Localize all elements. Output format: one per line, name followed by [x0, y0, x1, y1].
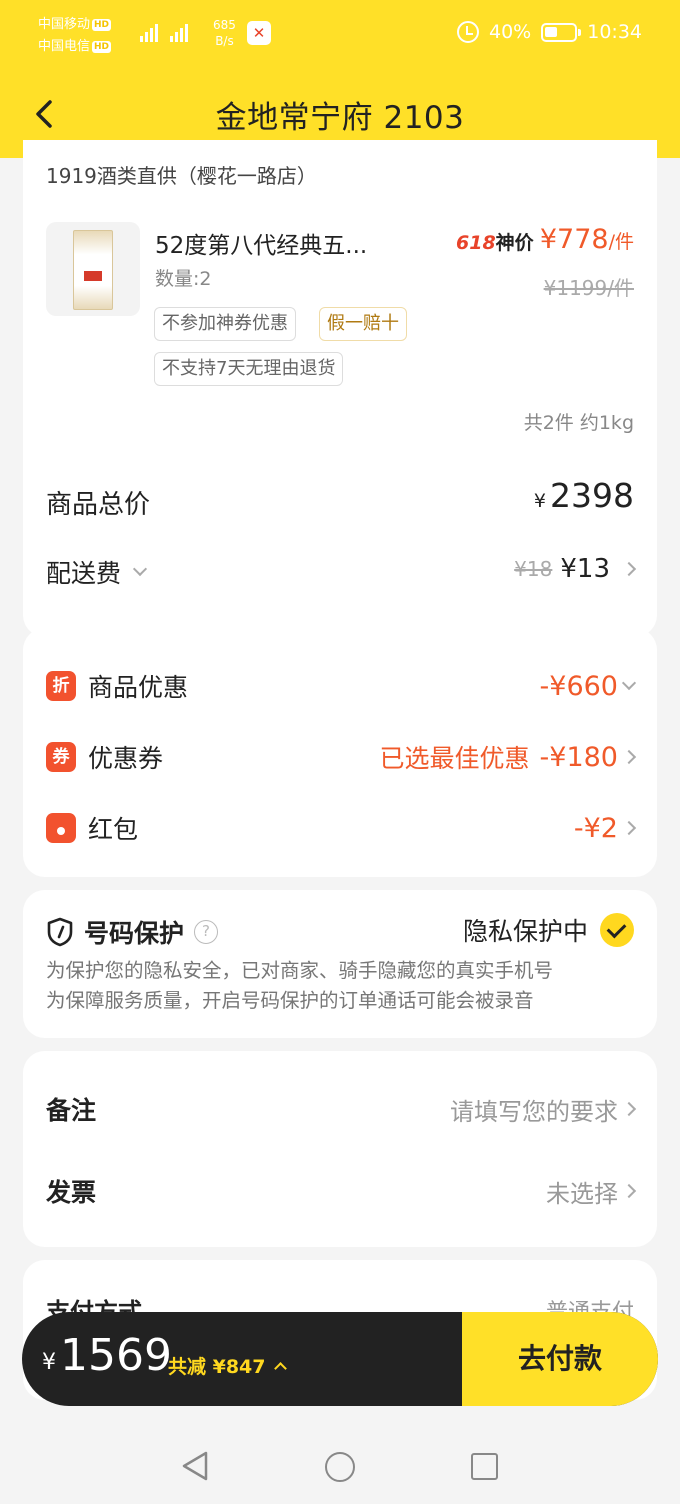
nav-back-icon[interactable]: [180, 1450, 210, 1482]
delivery-old-price: ¥18: [514, 557, 553, 581]
help-icon[interactable]: ?: [194, 920, 219, 944]
hd-badge: HD: [92, 40, 112, 53]
privacy-status: 隐私保护中: [462, 917, 588, 946]
coupon-label: 优惠券: [88, 744, 164, 773]
clock: 10:34: [587, 21, 642, 43]
promo-badge: 618神价: [456, 232, 534, 254]
product-image[interactable]: [46, 222, 140, 316]
bottle-icon: [73, 230, 113, 310]
invoice-row[interactable]: 发票 未选择: [46, 1173, 637, 1209]
product-quantity: 数量:2: [155, 268, 212, 290]
carrier-2: 中国电信: [38, 39, 91, 54]
shield-icon: [47, 917, 73, 947]
discounts-card: 折 商品优惠 -¥660 券 优惠券 已选最佳优惠 -¥180 红包 -¥2: [23, 628, 657, 877]
coupon-note: 已选最佳优惠: [379, 744, 530, 773]
redpacket-value: -¥2: [574, 813, 637, 844]
status-right: 40% 10:34: [457, 21, 642, 43]
items-summary: 共2件 约1kg: [523, 412, 634, 434]
chevron-right-icon: [621, 1183, 637, 1199]
chevron-down-icon: [621, 675, 637, 691]
order-card: 1919酒类直供（樱花一路店） 52度第八代经典五... 数量:2 618神价 …: [23, 140, 657, 637]
system-navigation: [0, 1420, 680, 1504]
page-title: 金地常宁府 2103: [215, 100, 465, 136]
discount-icon: 折: [46, 671, 76, 701]
network-speed: 685 B/s: [213, 18, 236, 48]
coupon-value: 已选最佳优惠 -¥180: [379, 739, 637, 775]
app-notification-icon: ✕: [247, 21, 271, 45]
delivery-new-price: ¥13: [560, 554, 610, 584]
tag-no-return: 不支持7天无理由退货: [154, 352, 344, 386]
alarm-icon: [457, 21, 479, 43]
privacy-toggle[interactable]: 隐私保护中: [463, 912, 634, 948]
chevron-right-icon: [621, 749, 637, 765]
signal-icon: [140, 22, 188, 42]
tag-no-coupon: 不参加神券优惠: [154, 307, 296, 341]
nav-recent-icon[interactable]: [471, 1453, 498, 1480]
status-bar: 中国移动 HD 中国电信 HD 685 B/s ✕ 40% 10:34: [0, 0, 680, 72]
original-price: ¥1199/件: [543, 276, 634, 300]
hd-badge: HD: [92, 18, 112, 31]
total-label: 商品总价: [46, 490, 151, 520]
chevron-down-icon: [132, 561, 148, 577]
chevron-right-icon: [621, 1101, 637, 1117]
red-packet-icon: [46, 813, 76, 843]
total-value: ¥2398: [533, 476, 634, 515]
battery-percent: 40%: [489, 21, 532, 43]
carrier-1: 中国移动: [38, 17, 91, 32]
product-name[interactable]: 52度第八代经典五...: [155, 226, 367, 260]
delivery-fee[interactable]: ¥18 ¥13: [514, 554, 637, 584]
notes-card: 备注 请填写您的要求 发票 未选择: [23, 1051, 657, 1247]
privacy-card: 号码保护 ? 隐私保护中 为保护您的隐私安全，已对商家、骑手隐藏您的真实手机号 …: [23, 890, 657, 1038]
delivery-fee-toggle[interactable]: 配送费: [46, 554, 148, 590]
remark-label: 备注: [46, 1096, 97, 1125]
chevron-right-icon: [621, 820, 637, 836]
checkout-amount: 1569: [60, 1330, 172, 1381]
redpacket-label: 红包: [88, 815, 139, 844]
discount-row-coupon[interactable]: 券 优惠券 已选最佳优惠 -¥180: [46, 737, 637, 777]
chevron-right-icon: [621, 561, 637, 577]
sale-price: ¥778/件: [539, 224, 634, 255]
check-icon: [600, 913, 634, 947]
invoice-label: 发票: [46, 1178, 97, 1207]
discount-label: 商品优惠: [88, 673, 189, 702]
remark-placeholder: 请填写您的要求: [450, 1097, 618, 1126]
delivery-label: 配送费: [46, 559, 122, 588]
privacy-title: 号码保护 ?: [46, 914, 219, 950]
battery-icon: [541, 22, 582, 42]
pay-button[interactable]: 去付款: [462, 1312, 658, 1406]
savings-toggle[interactable]: 共减 ¥847: [168, 1352, 287, 1379]
store-name[interactable]: 1919酒类直供（樱花一路店）: [46, 160, 317, 189]
coupon-icon: 券: [46, 742, 76, 772]
discount-value: -¥660: [540, 671, 637, 702]
tag-authentic-guarantee: 假一赔十: [319, 307, 407, 341]
nav-home-icon[interactable]: [325, 1452, 355, 1482]
remark-row[interactable]: 备注 请填写您的要求: [46, 1091, 637, 1127]
carrier-info: 中国移动 HD 中国电信 HD: [38, 14, 112, 58]
checkout-currency: ¥: [42, 1350, 56, 1375]
chevron-up-icon: [274, 1362, 287, 1375]
privacy-description: 为保护您的隐私安全，已对商家、骑手隐藏您的真实手机号 为保障服务质量，开启号码保…: [46, 959, 554, 1012]
checkout-bar: ¥ 1569 共减 ¥847 去付款: [22, 1312, 658, 1406]
invoice-value: 未选择: [546, 1179, 618, 1208]
discount-row-redpacket[interactable]: 红包 -¥2: [46, 808, 637, 848]
discount-row-product[interactable]: 折 商品优惠 -¥660: [46, 666, 637, 706]
